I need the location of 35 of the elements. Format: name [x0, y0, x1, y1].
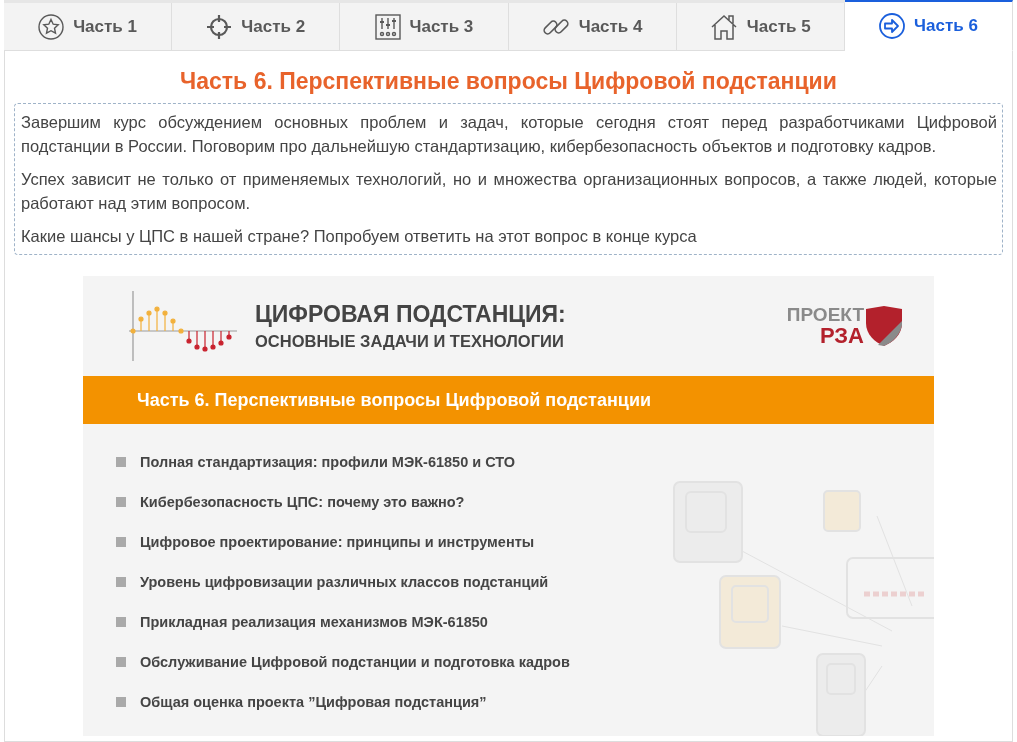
slide-list-item: Обслуживание Цифровой подстанции и подготовка кадров [140, 654, 570, 670]
tab[interactable]: Часть 3 [340, 3, 509, 51]
sliders-panel-icon [374, 13, 401, 40]
tab[interactable]: Часть 6 [844, 0, 1014, 51]
bullet-square-icon [116, 457, 126, 467]
bullet-square-icon [116, 617, 126, 627]
slide-title: ЦИФРОВАЯ ПОДСТАНЦИЯ: [255, 301, 567, 328]
arrow-circle-icon [879, 13, 906, 39]
tab[interactable]: Часть 4 [508, 3, 677, 51]
bullet-square-icon [116, 497, 126, 507]
slide-list-item: Уровень цифровизации различных классов подстанций [140, 574, 549, 590]
intro-paragraph: Какие шансы у ЦПС в нашей стране? Попробуем ответить на этот вопрос в конце курса [21, 226, 698, 247]
slide-banner: Часть 6. Перспективные вопросы Цифровой подстанции [83, 376, 934, 424]
slide-list-item: Общая оценка проекта ”Цифровая подстанция” [140, 694, 487, 710]
crosshair-icon [206, 13, 233, 40]
tab[interactable]: Часть 5 [676, 3, 845, 51]
sampled-wave-icon [129, 291, 239, 361]
slide-subtitle: ОСНОВНЫЕ ЗАДАЧИ И ТЕХНОЛОГИИ [255, 332, 565, 351]
logo-text: ПРОЕКТ [786, 305, 864, 325]
bullet-square-icon [116, 537, 126, 547]
bullet-square-icon [116, 697, 126, 707]
slide-list-item: Прикладная реализация механизмов МЭК-61850 [140, 614, 488, 630]
slide-list-item: Кибербезопасность ЦПС: почему это важно? [140, 494, 465, 510]
intro-paragraph: Завершим курс обсуждением основных проблем и задач, которые сегодня стоят перед разработчиками Цифровой подстанции в России. Поговорим про дальнейшую стандартизацию, кибербезопасность объектов и подготовку кадров. [21, 112, 997, 157]
bullet-square-icon [116, 657, 126, 667]
section-heading: Часть 6. Перспективные вопросы Цифровой подстанции [179, 68, 838, 95]
tab[interactable]: Часть 2 [172, 3, 341, 51]
slide-list-item: Цифровое проектирование: принципы и инструменты [140, 534, 535, 550]
bullet-square-icon [116, 577, 126, 587]
intro-paragraph: Успех зависит не только от применяемых технологий, но и множества организационных вопросов, а также людей, которые работают над этим вопросом. [21, 169, 997, 214]
house-icon [709, 12, 738, 41]
logo-text: РЗА [819, 325, 864, 347]
slide-list-item: Полная стандартизация: профили МЭК-61850 и СТО [140, 454, 516, 470]
shield-icon [864, 305, 904, 347]
tab[interactable]: Часть 1 [4, 3, 173, 51]
